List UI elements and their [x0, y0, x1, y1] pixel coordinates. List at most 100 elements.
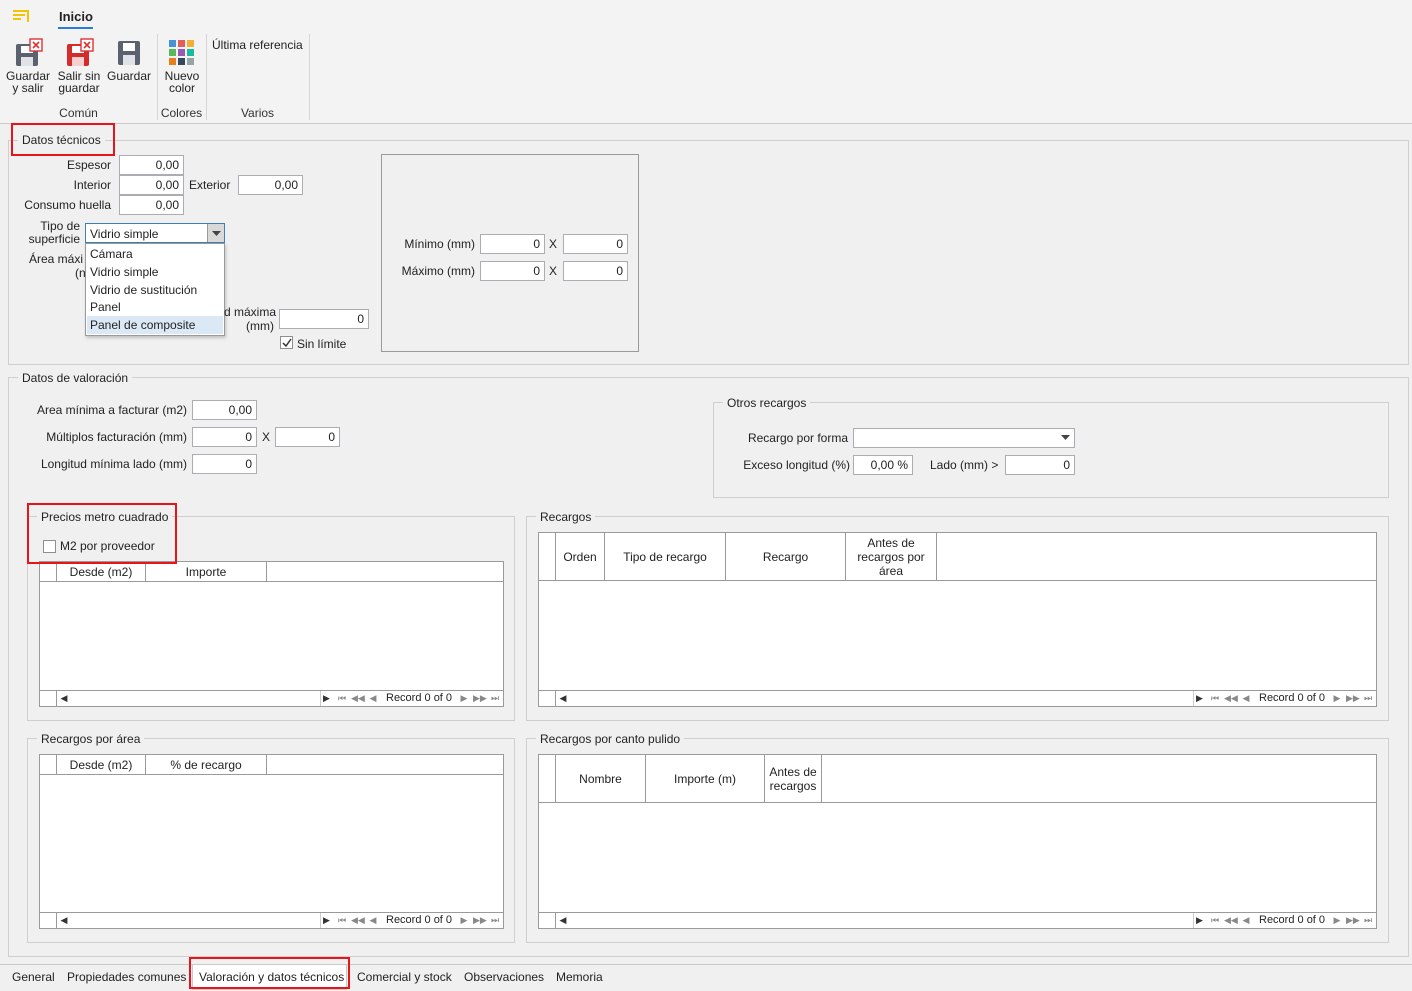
group-separator	[309, 34, 310, 120]
scroll-left-icon[interactable]: ◀	[58, 913, 70, 928]
interior-input[interactable]: 0,00	[119, 175, 184, 195]
column-header[interactable]: Nombre	[556, 755, 646, 802]
prev-page-icon[interactable]: ◀◀	[1224, 913, 1238, 928]
first-record-icon[interactable]: ⏮	[336, 913, 348, 928]
scroll-right-icon[interactable]: ▶	[1193, 691, 1205, 706]
exit-nosave-icon	[67, 38, 94, 66]
column-header[interactable]: Recargo	[726, 533, 846, 580]
next-page-icon[interactable]: ▶▶	[473, 691, 487, 706]
prev-page-icon[interactable]: ◀◀	[1224, 691, 1238, 706]
dropdown-arrow-icon[interactable]	[207, 224, 224, 242]
save-exit-button[interactable]: Guardar y salir	[4, 38, 52, 94]
first-record-icon[interactable]: ⏮	[1209, 913, 1221, 928]
minimo-b-input[interactable]: 0	[563, 234, 628, 254]
grid-header: Nombre Importe (m) Antes de recargos	[539, 755, 1376, 803]
recargo-forma-select[interactable]	[853, 428, 1075, 448]
last-record-icon[interactable]: ⏭	[489, 913, 501, 928]
espesor-label: Espesor	[66, 158, 111, 172]
save-icon	[118, 41, 140, 65]
last-record-icon[interactable]: ⏭	[489, 691, 501, 706]
highlight-box	[27, 503, 177, 564]
x-label: X	[262, 430, 271, 444]
dropdown-option-highlighted[interactable]: Panel de composite	[87, 316, 223, 334]
column-header[interactable]: Importe (m)	[646, 755, 765, 802]
prev-record-icon[interactable]: ◀	[368, 691, 378, 706]
tab-general[interactable]: General	[12, 970, 55, 984]
column-header[interactable]: Orden	[556, 533, 605, 580]
grid-navigator: ◀ ▶ ⏮ ◀◀ ◀ Record 0 of 0 ▶ ▶▶ ⏭	[40, 690, 503, 706]
next-record-icon[interactable]: ▶	[1332, 913, 1342, 928]
sin-limite-checkbox[interactable]	[280, 336, 293, 349]
lado-input[interactable]: 0	[1005, 455, 1075, 475]
next-page-icon[interactable]: ▶▶	[1346, 691, 1360, 706]
next-page-icon[interactable]: ▶▶	[1346, 913, 1360, 928]
column-header[interactable]: Antes de recargos	[765, 755, 822, 802]
prices-grid: Desde (m2) Importe ◀ ▶ ⏮ ◀◀ ◀ Record 0 o…	[39, 561, 504, 707]
scroll-left-icon[interactable]: ◀	[58, 691, 70, 706]
maximo-a-input[interactable]: 0	[480, 261, 545, 281]
prev-page-icon[interactable]: ◀◀	[351, 691, 365, 706]
huella-input[interactable]: 0,00	[119, 195, 184, 215]
area-minima-input[interactable]: 0,00	[192, 400, 257, 420]
column-header[interactable]: Tipo de recargo	[605, 533, 726, 580]
next-record-icon[interactable]: ▶	[1332, 691, 1342, 706]
prev-record-icon[interactable]: ◀	[368, 913, 378, 928]
tab-commercial-stock[interactable]: Comercial y stock	[357, 970, 452, 984]
last-record-icon[interactable]: ⏭	[1362, 913, 1374, 928]
column-header[interactable]: Desde (m2)	[57, 562, 146, 581]
first-record-icon[interactable]: ⏮	[1209, 691, 1221, 706]
record-counter: Record 0 of 0	[386, 914, 453, 926]
prev-record-icon[interactable]: ◀	[1241, 691, 1251, 706]
area-charges-legend: Recargos por área	[37, 732, 145, 746]
navigator-cell	[539, 913, 556, 928]
espesor-input[interactable]: 0,00	[119, 155, 184, 175]
next-record-icon[interactable]: ▶	[459, 691, 469, 706]
dropdown-option[interactable]: Cámara	[87, 245, 223, 263]
exceso-longitud-label: Exceso longitud (%)	[743, 458, 850, 472]
grid-header: Orden Tipo de recargo Recargo Antes de r…	[539, 533, 1376, 581]
minimo-a-input[interactable]: 0	[480, 234, 545, 254]
longitud-minima-input[interactable]: 0	[192, 454, 257, 474]
navigator-cell	[539, 691, 556, 706]
new-color-button[interactable]: Nuevo color	[160, 38, 204, 94]
group-label-colors: Colores	[160, 106, 203, 120]
exit-without-save-button[interactable]: Salir sin guardar	[55, 38, 103, 94]
dropdown-option[interactable]: Vidrio simple	[87, 263, 223, 281]
next-page-icon[interactable]: ▶▶	[473, 913, 487, 928]
area-minima-label: Area mínima a facturar (m2)	[36, 403, 187, 417]
column-header[interactable]: % de recargo	[146, 755, 267, 774]
prev-page-icon[interactable]: ◀◀	[351, 913, 365, 928]
multiplos-label: Múltiplos facturación (mm)	[46, 430, 187, 444]
tab-common-properties[interactable]: Propiedades comunes	[67, 970, 186, 984]
tab-memory[interactable]: Memoria	[556, 970, 603, 984]
prev-record-icon[interactable]: ◀	[1241, 913, 1251, 928]
tab-observations[interactable]: Observaciones	[464, 970, 544, 984]
dropdown-option[interactable]: Panel	[87, 298, 223, 316]
scroll-right-icon[interactable]: ▶	[1193, 913, 1205, 928]
save-button[interactable]: Guardar	[105, 38, 153, 82]
column-header[interactable]: Desde (m2)	[57, 755, 146, 774]
maximo-b-input[interactable]: 0	[563, 261, 628, 281]
scroll-right-icon[interactable]: ▶	[320, 913, 332, 928]
dropdown-option[interactable]: Vidrio de sustitución	[87, 281, 223, 299]
tab-underline	[58, 27, 93, 29]
multiplos-b-input[interactable]: 0	[275, 427, 340, 447]
save-exit-label-2: y salir	[12, 81, 44, 95]
scroll-left-icon[interactable]: ◀	[557, 691, 569, 706]
scroll-left-icon[interactable]: ◀	[557, 913, 569, 928]
last-reference-button[interactable]: Última referencia	[212, 38, 303, 52]
tab-inicio[interactable]: Inicio	[59, 9, 93, 24]
record-counter: Record 0 of 0	[1259, 692, 1326, 704]
multiplos-a-input[interactable]: 0	[192, 427, 257, 447]
next-record-icon[interactable]: ▶	[459, 913, 469, 928]
last-record-icon[interactable]: ⏭	[1362, 691, 1374, 706]
first-record-icon[interactable]: ⏮	[336, 691, 348, 706]
exterior-input[interactable]: 0,00	[238, 175, 303, 195]
column-header[interactable]: Importe	[146, 562, 267, 581]
column-header[interactable]: Antes de recargos por área	[846, 533, 937, 580]
longitud-maxima-input[interactable]: 0	[279, 309, 369, 329]
sin-limite-label: Sin límite	[297, 337, 347, 351]
scroll-right-icon[interactable]: ▶	[320, 691, 332, 706]
exceso-longitud-input[interactable]: 0,00 %	[853, 455, 913, 475]
tipo-superficie-select[interactable]: Vidrio simple	[85, 223, 225, 243]
